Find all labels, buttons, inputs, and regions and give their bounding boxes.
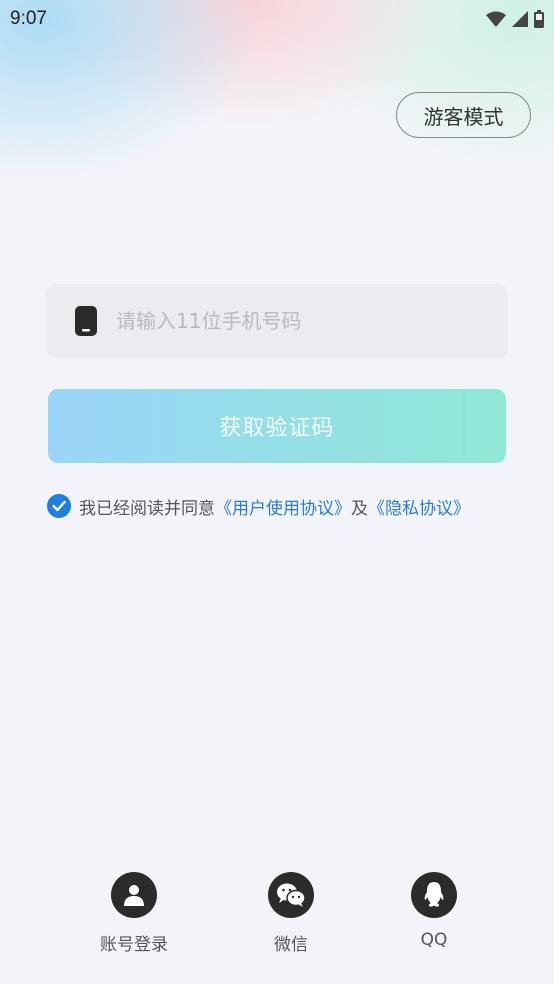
- wechat-login-option[interactable]: 微信: [241, 872, 341, 955]
- phone-number-input[interactable]: [116, 309, 476, 333]
- alternate-login-options: 账号登录 微信 QQ: [0, 872, 554, 962]
- battery-icon: [534, 10, 544, 28]
- signal-icon: [512, 11, 528, 27]
- user-agreement-link[interactable]: 《用户使用协议》: [215, 494, 351, 519]
- agreement-prefix: 我已经阅读并同意: [79, 498, 215, 519]
- status-bar: 9:07: [0, 0, 554, 38]
- status-icons: [486, 10, 544, 28]
- checkmark-icon: [52, 500, 66, 512]
- guest-mode-button[interactable]: 游客模式: [396, 92, 531, 138]
- qq-icon[interactable]: [411, 872, 457, 918]
- privacy-policy-link[interactable]: 《隐私协议》: [368, 494, 470, 519]
- wechat-icon[interactable]: [268, 872, 314, 918]
- qq-login-option[interactable]: QQ: [384, 872, 484, 950]
- status-time: 9:07: [10, 8, 47, 29]
- phone-field[interactable]: [46, 284, 508, 358]
- header-background-gradient: [0, 0, 554, 300]
- phone-icon: [74, 306, 100, 336]
- agreement-checkbox[interactable]: [47, 494, 71, 518]
- get-verification-code-button[interactable]: 获取验证码: [48, 389, 506, 463]
- wechat-login-label: 微信: [274, 935, 308, 955]
- agreement-conjunction: 及: [351, 498, 368, 519]
- qq-login-label: QQ: [420, 930, 448, 950]
- account-login-label: 账号登录: [100, 935, 168, 955]
- account-login-option[interactable]: 账号登录: [84, 872, 184, 955]
- agreement-row: 我已经阅读并同意 《用户使用协议》 及 《隐私协议》: [47, 493, 470, 519]
- wifi-icon: [486, 11, 506, 27]
- user-icon[interactable]: [111, 872, 157, 918]
